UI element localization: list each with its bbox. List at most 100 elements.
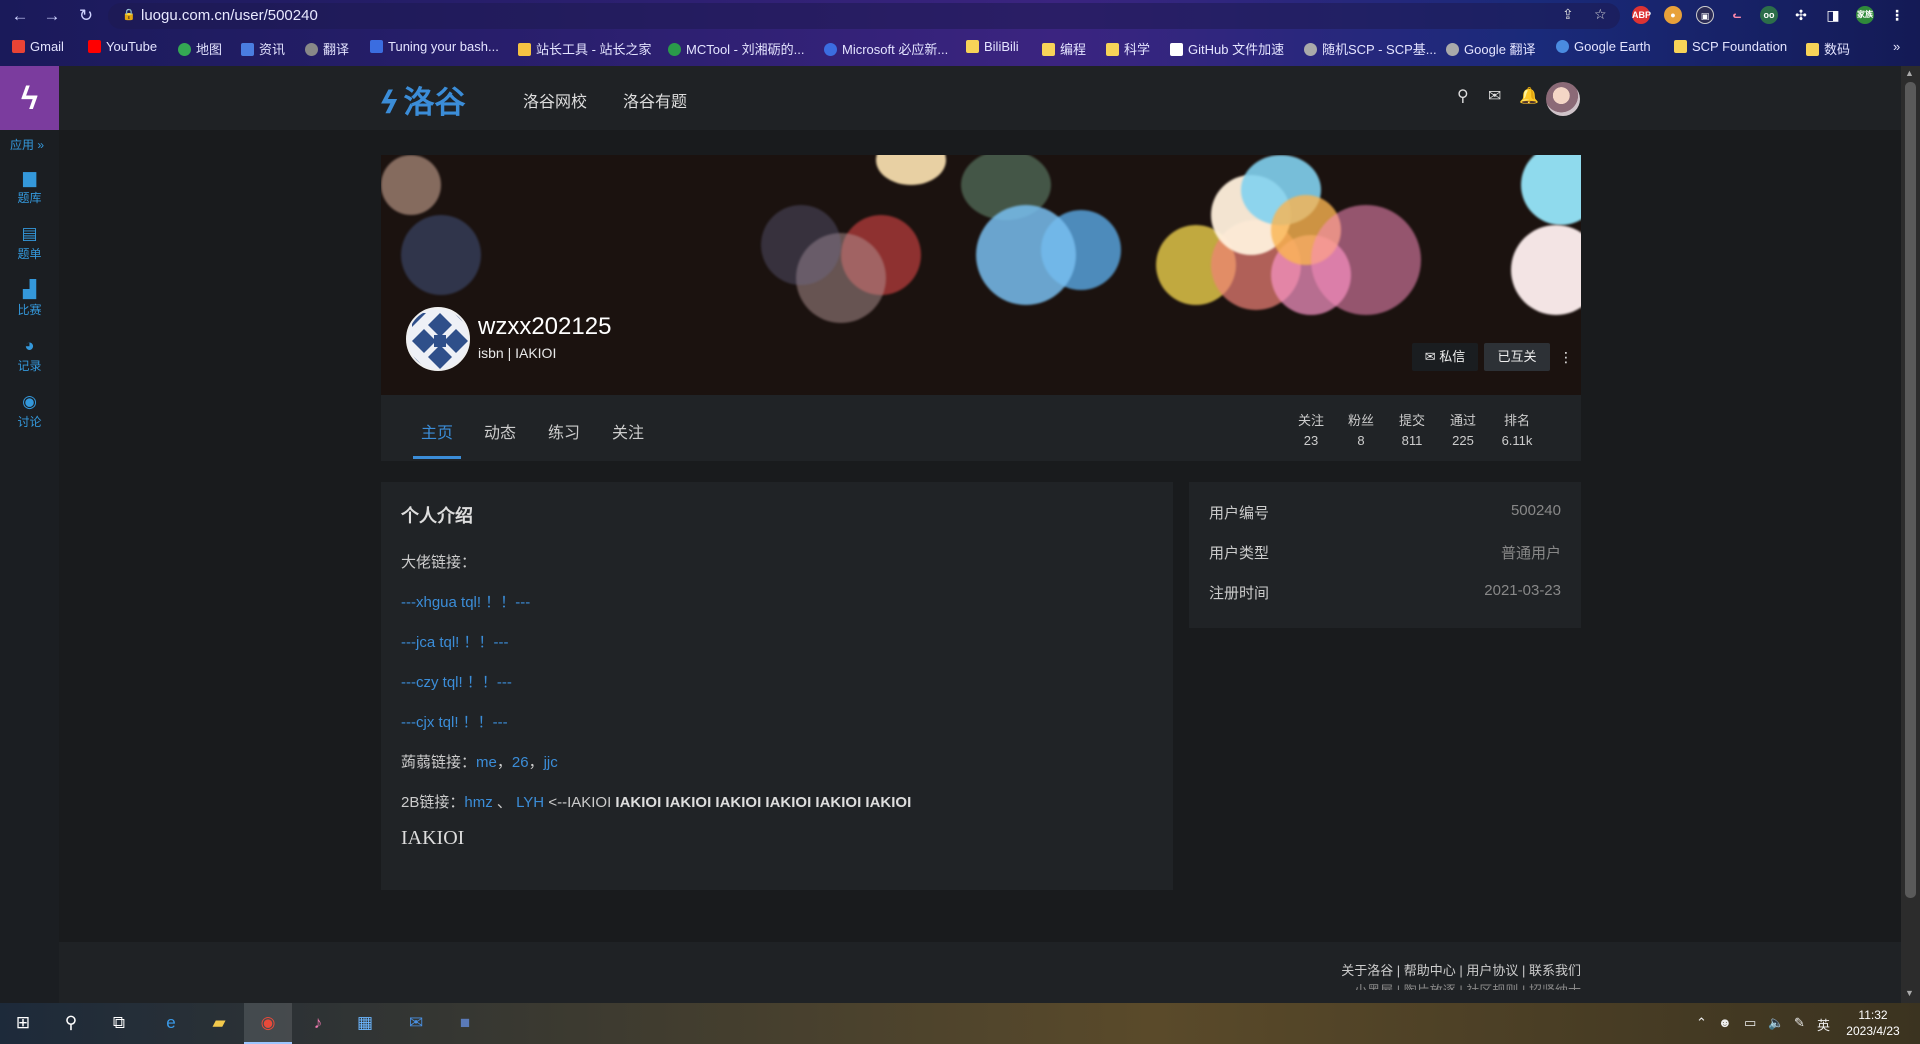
bookmark-google-earth[interactable]: Google Earth bbox=[1556, 39, 1651, 54]
info-row-registered: 注册时间 2021-03-23 bbox=[1209, 582, 1561, 602]
luogu-logo-icon[interactable]: ϟ bbox=[0, 66, 59, 130]
sidebar-item-problem-lists[interactable]: ▤ 题单 bbox=[0, 224, 59, 262]
footer-links-secondary[interactable]: 小黑屋 | 陶片放逐 | 社区规则 | 招贤纳士 bbox=[1354, 980, 1581, 990]
system-clock[interactable]: 11:32 2023/4/23 bbox=[1838, 1007, 1908, 1039]
file-explorer-icon[interactable]: ▰ bbox=[206, 1011, 232, 1035]
sidebar-item-discuss[interactable]: ◉ 讨论 bbox=[0, 392, 59, 430]
profile-avatar[interactable] bbox=[406, 307, 470, 371]
tab-home[interactable]: 主页 bbox=[421, 419, 453, 443]
brand-logo[interactable]: ϟ 洛谷 bbox=[379, 77, 465, 122]
calculator-icon[interactable]: ▦ bbox=[352, 1011, 378, 1035]
pen-icon[interactable]: ✎ bbox=[1794, 1015, 1805, 1031]
puzzle-extensions-icon[interactable]: ✣ bbox=[1792, 6, 1810, 24]
bookmark-science[interactable]: 科学 bbox=[1106, 39, 1150, 58]
bookmark-chinaz[interactable]: 站长工具 - 站长之家 bbox=[518, 39, 652, 58]
bookmark-translate[interactable]: 翻译 bbox=[305, 39, 349, 58]
glasses-extension-icon[interactable]: oo bbox=[1760, 6, 1778, 24]
link-lyh[interactable]: LYH bbox=[516, 794, 544, 811]
adblock-extension-icon[interactable]: ABP bbox=[1632, 6, 1651, 24]
bookmarks-overflow-icon[interactable]: » bbox=[1893, 39, 1900, 54]
share-icon[interactable]: ⇪ bbox=[1562, 6, 1574, 23]
search-icon[interactable]: ⚲ bbox=[1457, 86, 1469, 106]
search-icon[interactable]: ⚲ bbox=[58, 1011, 84, 1035]
browser-menu-icon[interactable]: ⋮ bbox=[1888, 6, 1906, 24]
link-xhgua[interactable]: ---xhgua tql! ！！--- bbox=[401, 594, 530, 611]
nav-link-school[interactable]: 洛谷网校 bbox=[523, 88, 587, 112]
sidebar-item-problems[interactable]: ▆ 题库 bbox=[0, 168, 59, 206]
bookmark-youtube[interactable]: YouTube bbox=[88, 39, 157, 54]
forward-icon[interactable]: → bbox=[40, 4, 64, 28]
profile-avatar-icon[interactable]: 家族 bbox=[1856, 6, 1874, 24]
private-message-button[interactable]: ✉ 私信 bbox=[1412, 343, 1478, 371]
sidebar-item-records[interactable]: ◕ 记录 bbox=[0, 336, 59, 374]
intro-ruo-line: 蒟蒻链接：me，26，jjc bbox=[401, 754, 558, 771]
bookmark-maps[interactable]: 地图 bbox=[178, 39, 222, 58]
link-hmz[interactable]: hmz bbox=[464, 794, 492, 811]
link-26[interactable]: 26 bbox=[512, 754, 529, 771]
more-options-icon[interactable]: ⋮ bbox=[1559, 343, 1573, 371]
bokeh-light bbox=[1511, 225, 1581, 315]
bell-icon[interactable]: 🔔 bbox=[1519, 86, 1539, 106]
pie-chart-icon: ◕ bbox=[24, 336, 35, 355]
network-icon[interactable]: ▭ bbox=[1744, 1015, 1756, 1031]
side-panel-icon[interactable]: ◨ bbox=[1824, 6, 1842, 24]
youtube-icon bbox=[88, 40, 101, 53]
bookmark-mctool[interactable]: MCTool - 刘湘砺的... bbox=[668, 39, 804, 58]
bookmark-google-translate[interactable]: Google 翻译 bbox=[1446, 39, 1536, 58]
top-navbar: ϟ 洛谷 洛谷网校 洛谷有题 ⚲ ✉ 🔔 bbox=[59, 66, 1901, 130]
bookmark-bash[interactable]: Tuning your bash... bbox=[370, 39, 499, 54]
nav-link-problems[interactable]: 洛谷有题 bbox=[623, 88, 687, 112]
user-avatar[interactable] bbox=[1546, 82, 1580, 116]
scrollbar-thumb[interactable] bbox=[1905, 82, 1916, 898]
reload-icon[interactable]: ↻ bbox=[74, 4, 98, 28]
bookmark-star-icon[interactable]: ☆ bbox=[1594, 6, 1607, 23]
bookmark-news[interactable]: 资讯 bbox=[241, 39, 285, 58]
back-icon[interactable]: ← bbox=[8, 4, 32, 28]
tab-practice[interactable]: 练习 bbox=[548, 419, 580, 443]
cookie-extension-icon[interactable]: ● bbox=[1664, 6, 1682, 24]
bookmark-bilibili[interactable]: BiliBili bbox=[966, 39, 1019, 54]
link-jjc[interactable]: jjc bbox=[544, 754, 558, 771]
scroll-down-icon[interactable]: ▼ bbox=[1905, 988, 1914, 998]
music-app-icon[interactable]: ♪ bbox=[305, 1011, 331, 1035]
scroll-up-icon[interactable]: ▲ bbox=[1905, 68, 1914, 78]
intro-2b-line: 2B链接：hmz 、 LYH <--IAKIOI IAKIOI IAKIOI I… bbox=[401, 794, 912, 811]
mutual-follow-button[interactable]: 已互关 bbox=[1484, 343, 1550, 371]
bookmark-digital[interactable]: 数码 bbox=[1806, 39, 1850, 58]
mail-icon[interactable]: ✉ bbox=[1488, 86, 1501, 106]
stat-following[interactable]: 关注 23 bbox=[1291, 411, 1331, 451]
volume-icon[interactable]: 🔈 bbox=[1768, 1015, 1784, 1031]
tray-expand-icon[interactable]: ⌃ bbox=[1696, 1015, 1707, 1031]
bookmark-github[interactable]: GitHub 文件加速 bbox=[1170, 39, 1284, 58]
cat-extension-icon[interactable]: ᓚ bbox=[1728, 6, 1746, 24]
link-me[interactable]: me bbox=[476, 754, 497, 771]
app-icon[interactable]: ■ bbox=[452, 1011, 478, 1035]
qq-tray-icon[interactable]: ☻ bbox=[1718, 1015, 1732, 1030]
tab-following[interactable]: 关注 bbox=[612, 419, 644, 443]
url-text[interactable]: luogu.com.cn/user/500240 bbox=[141, 7, 318, 24]
sidebar-item-contests[interactable]: ▟ 比赛 bbox=[0, 280, 59, 318]
stat-followers[interactable]: 粉丝 8 bbox=[1341, 411, 1381, 451]
bookmark-gmail[interactable]: Gmail bbox=[12, 39, 64, 54]
mail-app-icon[interactable]: ✉ bbox=[403, 1011, 429, 1035]
task-view-icon[interactable]: ⧉ bbox=[106, 1011, 132, 1035]
screen-extension-icon[interactable]: ▣ bbox=[1696, 6, 1714, 24]
link-czy[interactable]: ---czy tql! ！！--- bbox=[401, 674, 512, 691]
windows-start-icon[interactable]: ⊞ bbox=[10, 1011, 36, 1035]
tab-activity[interactable]: 动态 bbox=[484, 419, 516, 443]
page-scrollbar[interactable]: ▲ ▼ bbox=[1901, 66, 1920, 1003]
address-bar[interactable]: 🔒 luogu.com.cn/user/500240 ⇪ ☆ bbox=[108, 3, 1620, 29]
footer-links[interactable]: 关于洛谷 | 帮助中心 | 用户协议 | 联系我们 bbox=[1341, 960, 1581, 979]
chrome-icon[interactable]: ◉ bbox=[255, 1011, 281, 1035]
bookmark-coding[interactable]: 编程 bbox=[1042, 39, 1086, 58]
user-info-card: 用户编号 500240 用户类型 普通用户 注册时间 2021-03-23 bbox=[1189, 482, 1581, 628]
bokeh-light bbox=[761, 205, 841, 285]
bookmark-bing[interactable]: Microsoft 必应新... bbox=[824, 39, 948, 58]
link-jca[interactable]: ---jca tql! ！！--- bbox=[401, 634, 509, 651]
bookmark-scp-foundation[interactable]: SCP Foundation bbox=[1674, 39, 1787, 54]
edge-browser-icon[interactable]: e bbox=[158, 1011, 184, 1035]
link-cjx[interactable]: ---cjx tql! ！！--- bbox=[401, 714, 508, 731]
bookmark-scp-random[interactable]: 随机SCP - SCP基... bbox=[1304, 39, 1437, 58]
app-menu-toggle[interactable]: 应用 » bbox=[10, 136, 44, 153]
ime-indicator[interactable]: 英 bbox=[1817, 1015, 1830, 1034]
